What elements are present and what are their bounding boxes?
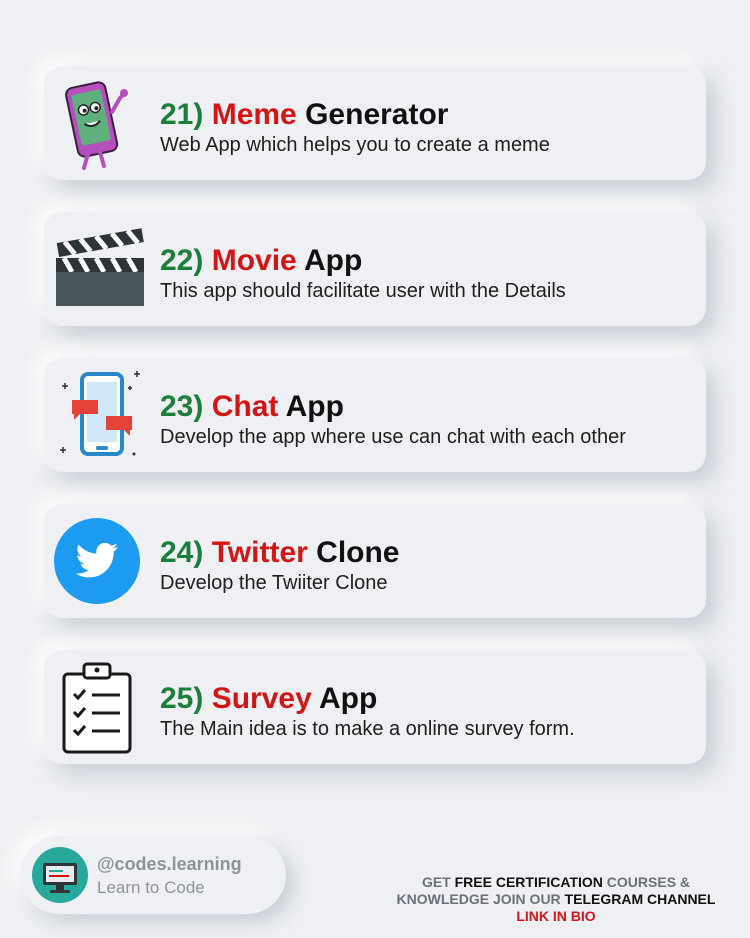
promo-part: GET	[421, 874, 455, 890]
card-number: 24)	[160, 536, 204, 569]
card-number: 21)	[160, 98, 204, 131]
card-title: 21) Meme Generator	[160, 98, 448, 132]
phone-character-icon	[54, 76, 148, 170]
clapperboard-icon	[54, 222, 148, 316]
card-number: 23)	[160, 390, 204, 423]
card-title-highlight: Chat	[211, 390, 279, 423]
link-in-bio[interactable]: LINK IN BIO	[516, 908, 595, 924]
mobile-chat-icon	[54, 368, 148, 462]
card-title-rest: App	[285, 390, 344, 423]
promo-text: GET FREE CERTIFICATION COURSES & KNOWLED…	[376, 874, 736, 925]
card-title: 23) Chat App	[160, 390, 344, 424]
card-description: This app should facilitate user with the…	[160, 280, 566, 302]
page: { "cards": [ {"num": "21)", "highlight":…	[0, 0, 750, 938]
promo-highlight-telegram: TELEGRAM CHANNEL	[564, 891, 716, 907]
card-title: 24) Twitter Clone	[160, 536, 400, 570]
card-title-highlight: Movie	[211, 244, 297, 277]
card-title-highlight: Survey	[211, 682, 312, 715]
card-title-rest: Clone	[316, 536, 400, 569]
project-card-movie-app[interactable]: 22) Movie App This app should facilitate…	[44, 212, 706, 326]
project-card-survey-app[interactable]: 25) Survey App The Main idea is to make …	[44, 650, 706, 764]
profile-tagline: Learn to Code	[97, 878, 205, 897]
computer-avatar-icon	[32, 847, 88, 903]
profile-handle[interactable]: @codes.learning	[97, 854, 242, 875]
card-description: The Main idea is to make a online survey…	[160, 718, 575, 740]
card-description: Develop the Twiiter Clone	[160, 572, 388, 594]
clipboard-checklist-icon	[54, 660, 148, 754]
project-card-meme-generator[interactable]: 21) Meme Generator Web App which helps y…	[44, 66, 706, 180]
card-number: 22)	[160, 244, 204, 277]
card-title-rest: App	[319, 682, 378, 715]
card-title-highlight: Meme	[211, 98, 297, 131]
card-number: 25)	[160, 682, 204, 715]
project-card-twitter-clone[interactable]: 24) Twitter Clone Develop the Twiiter Cl…	[44, 504, 706, 618]
card-title-rest: Generator	[305, 98, 449, 131]
card-title-rest: App	[303, 244, 363, 277]
card-title: 22) Movie App	[160, 244, 362, 278]
card-description: Web App which helps you to create a meme	[160, 134, 550, 156]
card-description: Develop the app where use can chat with …	[160, 426, 626, 448]
card-title: 25) Survey App	[160, 682, 377, 716]
card-title-highlight: Twitter	[211, 536, 308, 569]
promo-highlight-free-certification: FREE CERTIFICATION	[454, 874, 603, 890]
profile-badge[interactable]: @codes.learning Learn to Code	[20, 836, 286, 914]
twitter-bird-icon	[54, 514, 148, 608]
project-card-chat-app[interactable]: 23) Chat App Develop the app where use c…	[44, 358, 706, 472]
